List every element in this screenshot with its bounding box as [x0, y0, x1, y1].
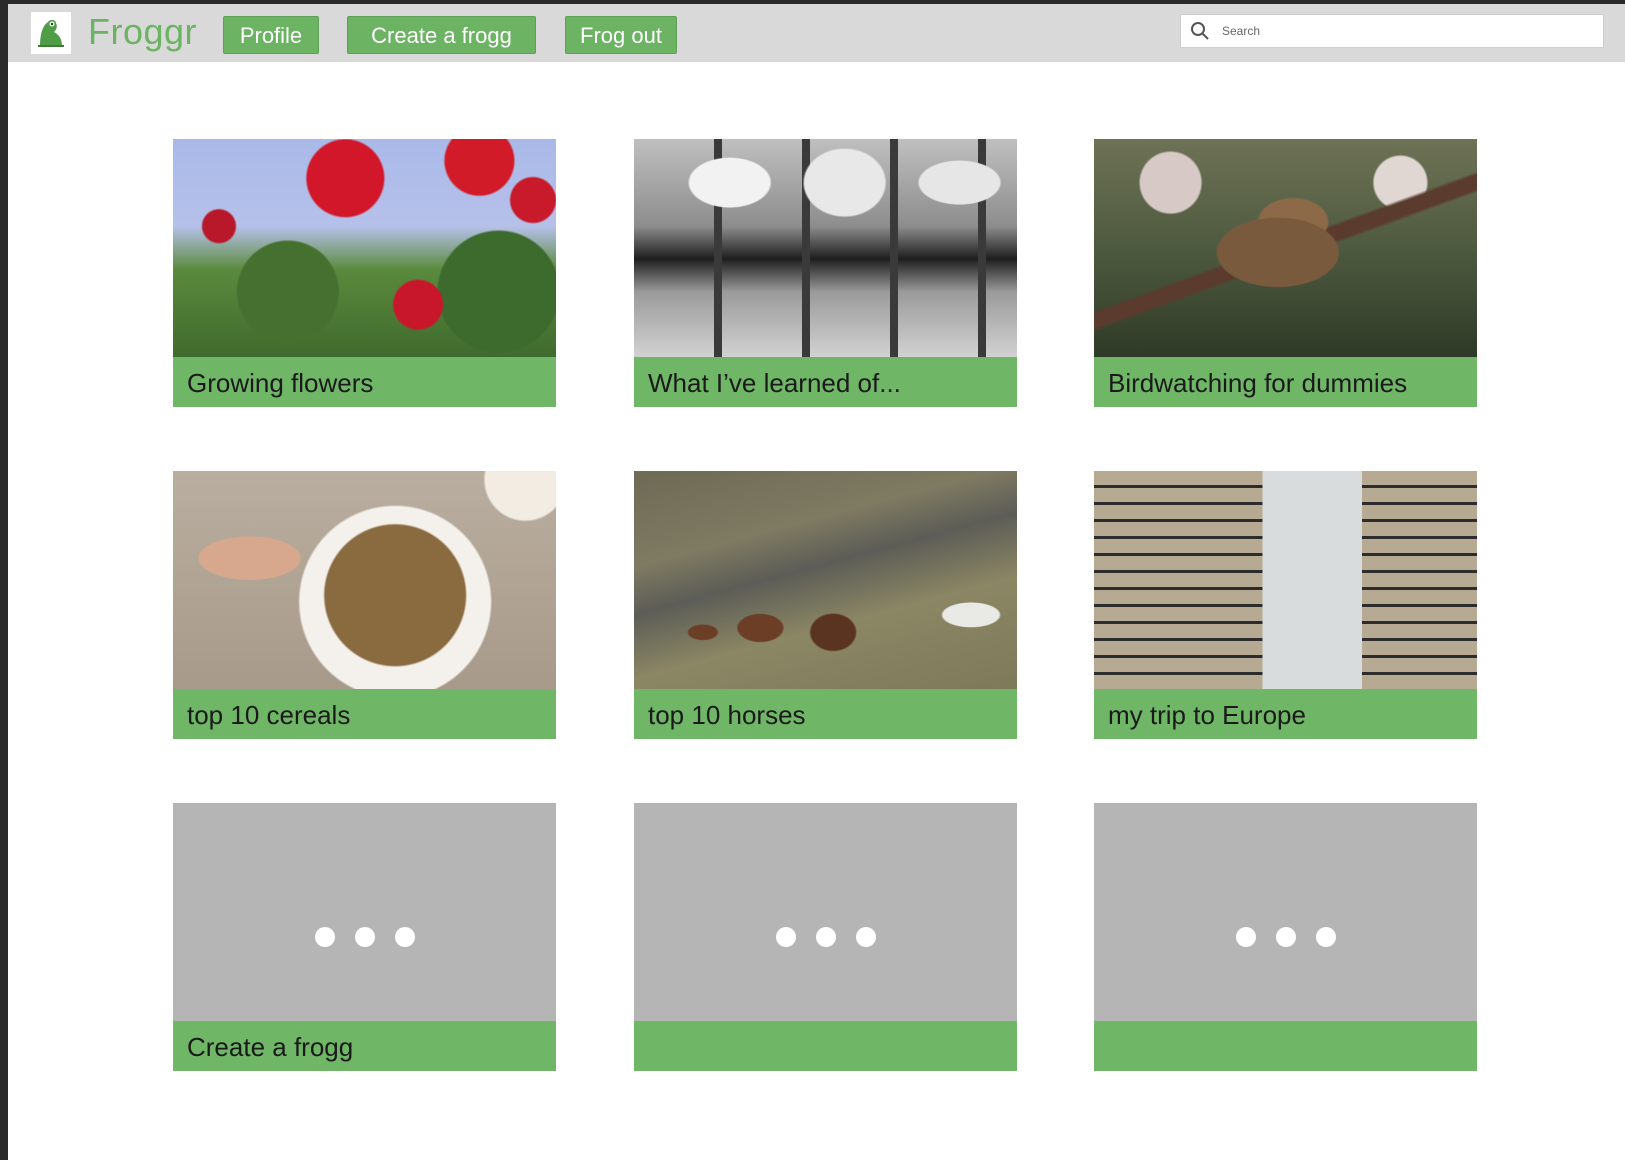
- post-caption: Create a frogg: [173, 1021, 556, 1071]
- app-name: Froggr: [88, 11, 198, 52]
- post-caption: Growing flowers: [173, 357, 556, 407]
- post-card[interactable]: top 10 cereals: [173, 471, 556, 739]
- create-frogg-card[interactable]: Create a frogg: [173, 803, 556, 1071]
- post-title: top 10 cereals: [187, 700, 351, 730]
- post-title: Create a frogg: [187, 1032, 354, 1062]
- post-image: [634, 471, 1017, 689]
- post-caption: What I’ve learned of...: [634, 357, 1017, 407]
- post-caption: Birdwatching for dummies: [1094, 357, 1477, 407]
- post-caption: [634, 1021, 1017, 1071]
- post-card[interactable]: top 10 horses: [634, 471, 1017, 739]
- placeholder-card[interactable]: [1094, 803, 1477, 1071]
- top-navigation-bar: Froggr Profile Create a frogg Frog out: [8, 4, 1625, 62]
- profile-button[interactable]: Profile: [223, 16, 319, 54]
- post-caption: my trip to Europe: [1094, 689, 1477, 739]
- post-card[interactable]: Birdwatching for dummies: [1094, 139, 1477, 407]
- post-title: my trip to Europe: [1108, 700, 1306, 730]
- search-icon[interactable]: [1189, 20, 1211, 42]
- post-card[interactable]: my trip to Europe: [1094, 471, 1477, 739]
- post-title: What I’ve learned of...: [648, 368, 901, 398]
- post-card[interactable]: What I’ve learned of...: [634, 139, 1017, 407]
- post-image: [173, 471, 556, 689]
- post-image: [1094, 139, 1477, 357]
- post-caption: top 10 horses: [634, 689, 1017, 739]
- frog-out-button[interactable]: Frog out: [565, 16, 677, 54]
- search-box[interactable]: [1180, 14, 1604, 48]
- post-caption: [1094, 1021, 1477, 1071]
- post-title: Growing flowers: [187, 368, 374, 398]
- search-input[interactable]: [1220, 23, 1594, 39]
- post-image: [173, 139, 556, 357]
- logo[interactable]: [31, 12, 71, 54]
- app-window: Froggr Profile Create a frogg Frog out G…: [8, 4, 1625, 1160]
- frog-icon: [38, 19, 64, 47]
- post-title: top 10 horses: [648, 700, 806, 730]
- placeholder-card[interactable]: [634, 803, 1017, 1071]
- post-image: [1094, 471, 1477, 689]
- post-caption: top 10 cereals: [173, 689, 556, 739]
- create-frogg-button[interactable]: Create a frogg: [347, 16, 536, 54]
- post-image: [634, 139, 1017, 357]
- post-card[interactable]: Growing flowers: [173, 139, 556, 407]
- post-title: Birdwatching for dummies: [1108, 368, 1408, 398]
